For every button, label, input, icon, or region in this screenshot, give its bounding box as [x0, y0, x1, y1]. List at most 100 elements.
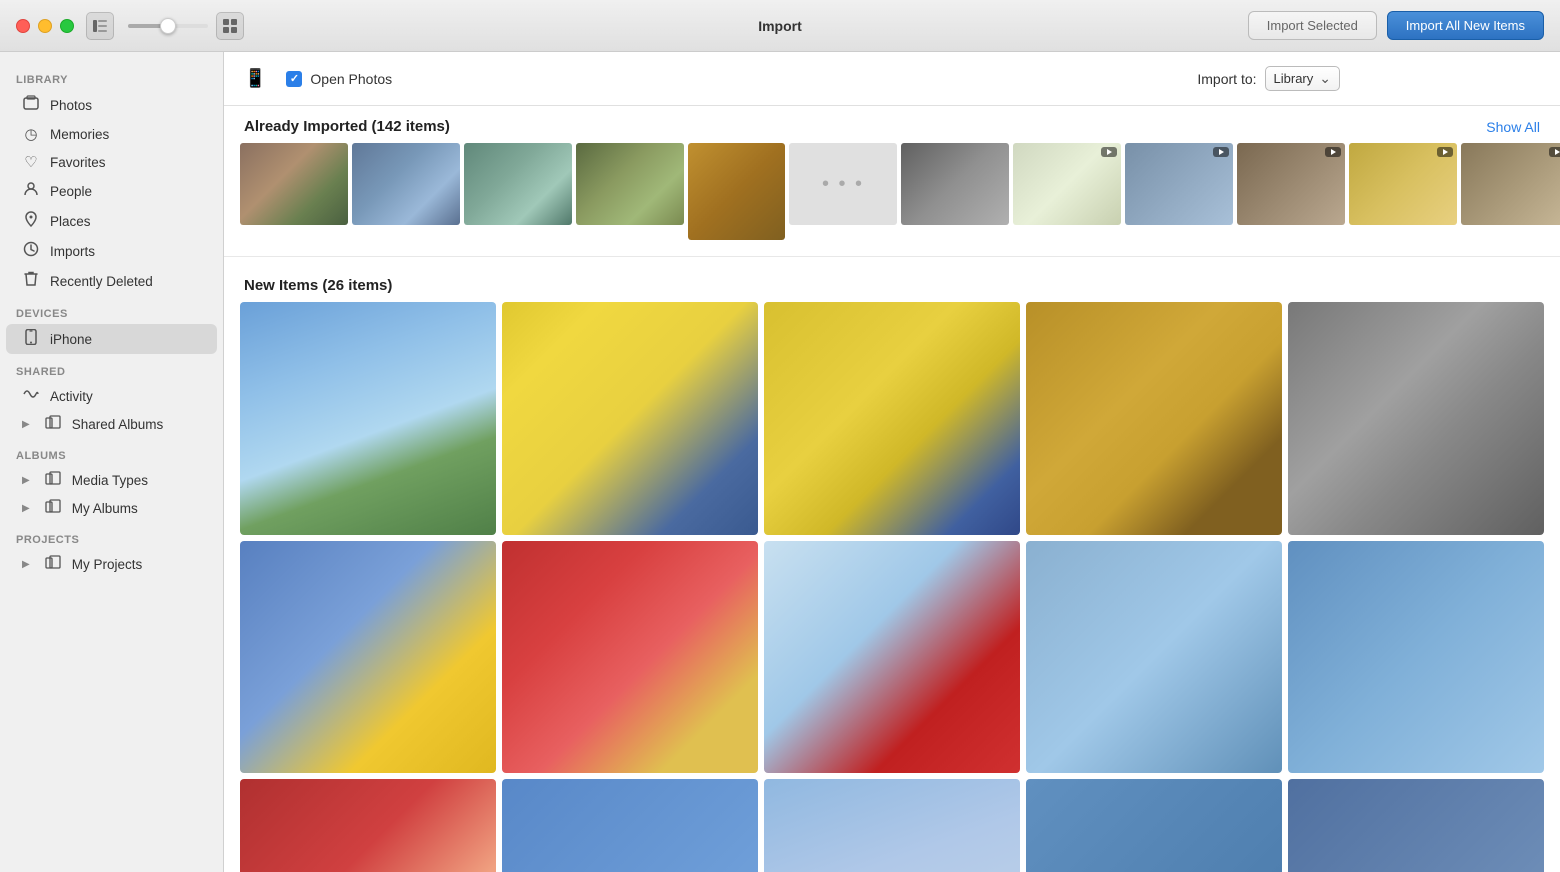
new-photo-3[interactable]: [764, 302, 1020, 535]
new-photo-9[interactable]: [1026, 541, 1282, 774]
sidebar-item-places[interactable]: Places: [6, 206, 217, 236]
video-badge-12: [1549, 147, 1560, 157]
already-imported-placeholder: • • •: [789, 143, 897, 225]
import-toolbar: 📱 ✓ Open Photos Import to: Library ⌄: [224, 52, 1560, 106]
new-photo-8[interactable]: [764, 541, 1020, 774]
sidebar-item-activity[interactable]: Activity: [6, 382, 217, 410]
iphone-label: iPhone: [50, 332, 92, 347]
already-imported-photo-8[interactable]: [1013, 143, 1121, 225]
already-imported-photo-12[interactable]: [1461, 143, 1560, 225]
already-imported-photo-11[interactable]: [1349, 143, 1457, 225]
phone-icon: 📱: [244, 68, 266, 89]
open-photos-text: Open Photos: [310, 71, 392, 87]
import-to-container: Import to: Library ⌄: [1197, 66, 1340, 91]
library-section-header: Library: [0, 62, 223, 90]
my-albums-expander[interactable]: ▶: [22, 503, 30, 514]
already-imported-header: Already Imported (142 items) Show All: [224, 106, 1560, 143]
new-photo-15[interactable]: [1288, 779, 1544, 872]
photos-icon: [22, 95, 40, 115]
titlebar-actions: Import Selected Import All New Items: [1248, 11, 1544, 40]
new-photo-5[interactable]: [1288, 302, 1544, 535]
placeholder-dots: • • •: [822, 173, 864, 196]
sidebar-toggle-button[interactable]: [86, 12, 114, 40]
activity-icon: [22, 387, 40, 405]
minimize-button[interactable]: [38, 19, 52, 33]
sidebar-item-shared-albums[interactable]: ▶ Shared Albums: [6, 410, 217, 438]
new-photo-7[interactable]: [502, 541, 758, 774]
photos-label: Photos: [50, 98, 92, 113]
new-photo-2[interactable]: [502, 302, 758, 535]
sidebar-item-media-types[interactable]: ▶ Media Types: [6, 466, 217, 494]
new-photo-1[interactable]: [240, 302, 496, 535]
media-types-expander[interactable]: ▶: [22, 475, 30, 486]
new-photo-4[interactable]: [1026, 302, 1282, 535]
new-photo-6[interactable]: [240, 541, 496, 774]
zoom-slider[interactable]: [128, 24, 208, 28]
new-photo-12[interactable]: [502, 779, 758, 872]
sidebar-item-recently-deleted[interactable]: Recently Deleted: [6, 266, 217, 296]
sidebar-item-photos[interactable]: Photos: [6, 90, 217, 120]
shared-section-header: Shared: [0, 354, 223, 382]
already-imported-photo-2[interactable]: [352, 143, 460, 225]
already-imported-photo-4[interactable]: [576, 143, 684, 225]
my-projects-icon: [44, 555, 62, 573]
import-all-button[interactable]: Import All New Items: [1387, 11, 1544, 40]
activity-label: Activity: [50, 389, 93, 404]
new-photo-10[interactable]: [1288, 541, 1544, 774]
video-badge-11: [1437, 147, 1453, 157]
already-imported-title: Already Imported (142 items): [244, 118, 450, 135]
already-imported-photo-9[interactable]: [1125, 143, 1233, 225]
grid-view-button[interactable]: [216, 12, 244, 40]
my-projects-label: My Projects: [72, 557, 143, 572]
people-icon: [22, 181, 40, 201]
import-destination-select[interactable]: Library ⌄: [1265, 66, 1340, 91]
sidebar-item-imports[interactable]: Imports: [6, 236, 217, 266]
already-imported-photo-5[interactable]: [688, 143, 785, 240]
shared-albums-expander[interactable]: ▶: [22, 419, 30, 430]
already-imported-photo-10[interactable]: [1237, 143, 1345, 225]
albums-section-header: Albums: [0, 438, 223, 466]
new-items-row-3: [240, 779, 1544, 872]
new-items-row-2: [240, 541, 1544, 774]
select-arrow-icon: ⌄: [1319, 70, 1331, 87]
traffic-lights: [16, 19, 74, 33]
open-photos-label: ✓ Open Photos: [286, 71, 392, 87]
memories-icon: ◷: [22, 125, 40, 143]
close-button[interactable]: [16, 19, 30, 33]
import-selected-button[interactable]: Import Selected: [1248, 11, 1377, 40]
new-photo-11[interactable]: [240, 779, 496, 872]
people-label: People: [50, 184, 92, 199]
open-photos-checkbox[interactable]: ✓: [286, 71, 302, 87]
show-all-link[interactable]: Show All: [1486, 119, 1540, 135]
new-photo-14[interactable]: [1026, 779, 1282, 872]
already-imported-photo-3[interactable]: [464, 143, 572, 225]
sidebar-item-favorites[interactable]: ♡ Favorites: [6, 148, 217, 176]
memories-label: Memories: [50, 127, 109, 142]
window-title: Import: [758, 18, 802, 34]
already-imported-photo-7[interactable]: [901, 143, 1009, 225]
titlebar-controls: [86, 12, 244, 40]
favorites-icon: ♡: [22, 153, 40, 171]
new-items-title: New Items (26 items): [244, 277, 392, 294]
sidebar-item-people[interactable]: People: [6, 176, 217, 206]
already-imported-row: • • •: [224, 143, 1560, 257]
video-badge-10: [1325, 147, 1341, 157]
already-imported-photo-1[interactable]: [240, 143, 348, 225]
recently-deleted-label: Recently Deleted: [50, 274, 153, 289]
new-items-grid-container: [224, 302, 1560, 872]
new-photo-13[interactable]: [764, 779, 1020, 872]
sidebar-item-iphone[interactable]: iPhone: [6, 324, 217, 354]
sidebar-item-memories[interactable]: ◷ Memories: [6, 120, 217, 148]
imports-label: Imports: [50, 244, 95, 259]
my-projects-expander[interactable]: ▶: [22, 559, 30, 570]
recently-deleted-icon: [22, 271, 40, 291]
maximize-button[interactable]: [60, 19, 74, 33]
projects-section-header: Projects: [0, 522, 223, 550]
new-items-header: New Items (26 items): [224, 265, 1560, 302]
shared-albums-label: Shared Albums: [72, 417, 164, 432]
iphone-icon: [22, 329, 40, 349]
sidebar-item-my-albums[interactable]: ▶ My Albums: [6, 494, 217, 522]
sidebar: Library Photos ◷ Memories ♡ Favorites Pe…: [0, 52, 224, 872]
sidebar-item-my-projects[interactable]: ▶ My Projects: [6, 550, 217, 578]
imports-icon: [22, 241, 40, 261]
